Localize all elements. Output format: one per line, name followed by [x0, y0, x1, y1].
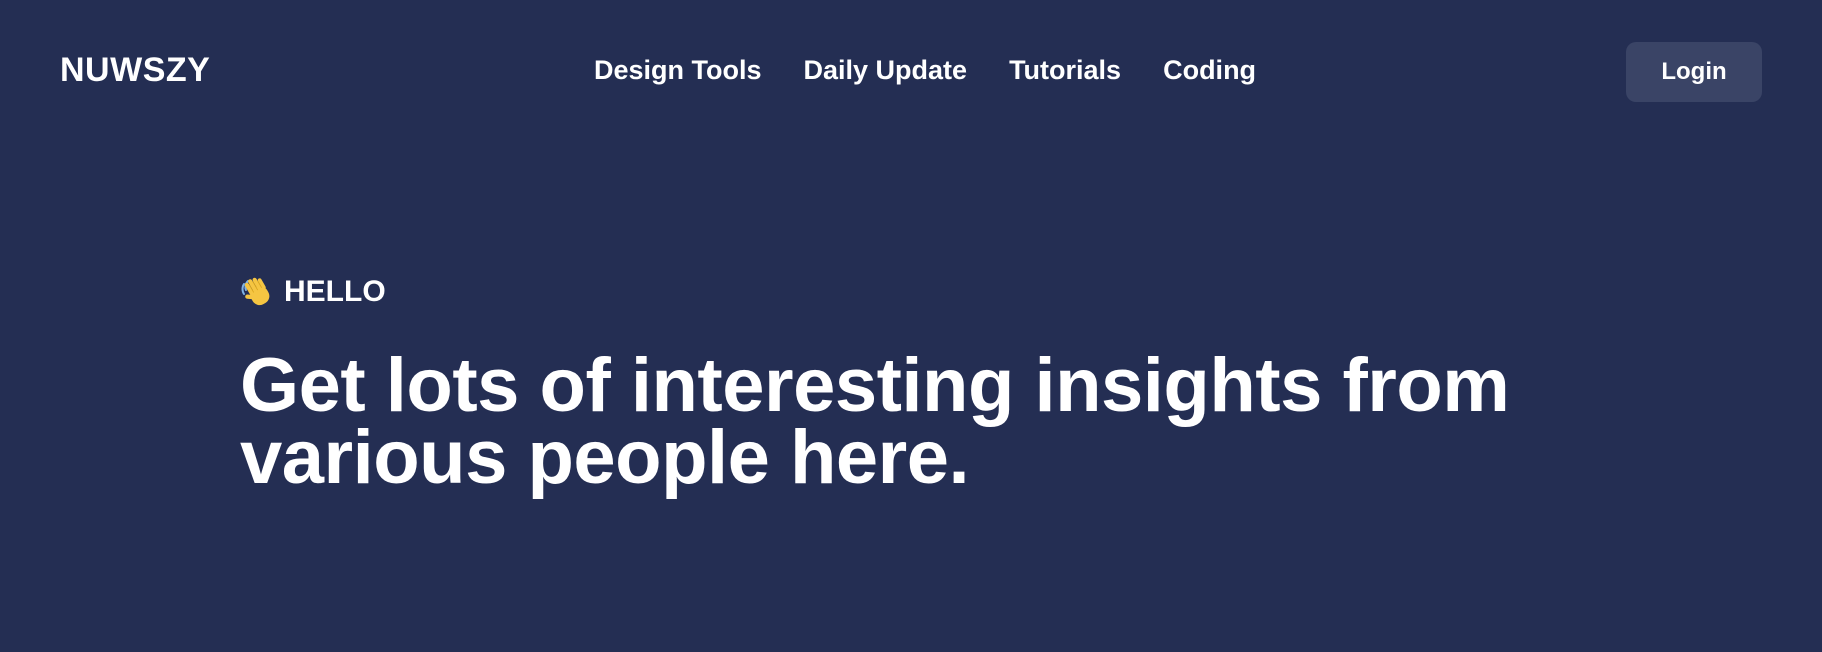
- main-nav: Design Tools Daily Update Tutorials Codi…: [594, 52, 1256, 88]
- nav-link-daily-update[interactable]: Daily Update: [804, 52, 968, 88]
- login-button[interactable]: Login: [1626, 42, 1762, 102]
- nav-link-coding[interactable]: Coding: [1163, 52, 1256, 88]
- brand-logo[interactable]: NUWSZY: [60, 50, 210, 90]
- nav-link-design-tools[interactable]: Design Tools: [594, 52, 762, 88]
- greeting-row: HELLO: [240, 270, 1540, 314]
- hero-section: HELLO Get lots of interesting insights f…: [240, 270, 1540, 500]
- waving-hand-icon: [240, 275, 274, 309]
- hero-title: Get lots of interesting insights from va…: [240, 343, 1510, 500]
- nav-link-tutorials[interactable]: Tutorials: [1009, 52, 1121, 88]
- greeting-label: HELLO: [284, 275, 386, 308]
- top-navbar: NUWSZY Design Tools Daily Update Tutoria…: [0, 0, 1822, 142]
